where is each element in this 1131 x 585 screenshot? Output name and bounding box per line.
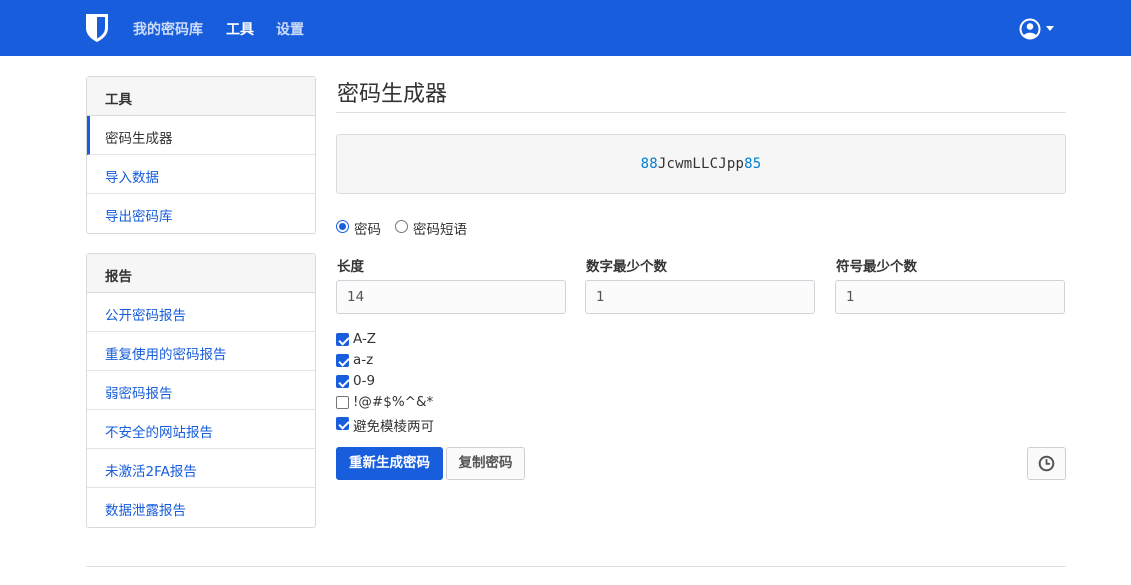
checkbox-uppercase[interactable] [336,333,349,346]
checkbox-special-label[interactable]: !@#$%^&* [353,394,433,410]
generated-password-box: 88JcwmLLCJpp85 [336,134,1066,194]
nav-link-vault[interactable]: 我的密码库 [133,19,203,39]
checkbox-avoid-ambiguous-label[interactable]: 避免模棱两可 [353,415,434,435]
account-menu-button[interactable] [1019,18,1059,40]
radio-passphrase-label[interactable]: 密码短语 [413,218,467,238]
min-special-label: 符号最少个数 [836,259,917,275]
checkbox-numbers[interactable] [336,375,349,388]
length-input[interactable] [336,280,566,314]
reports-card: 报告 公开密码报告 重复使用的密码报告 弱密码报告 不安全的网站报告 未激活2F… [86,253,316,528]
checkbox-special[interactable] [336,396,349,409]
min-special-input[interactable] [835,280,1065,314]
reports-card-header: 报告 [87,254,315,293]
sidebar-item-import[interactable]: 导入数据 [87,155,315,194]
sidebar-item-data-breach[interactable]: 数据泄露报告 [87,488,315,527]
nav-link-tools[interactable]: 工具 [226,19,254,39]
tools-card-header: 工具 [87,77,315,116]
sidebar-item-exposed-passwords[interactable]: 公开密码报告 [87,293,315,332]
radio-passphrase[interactable] [395,220,408,233]
bitwarden-logo-icon[interactable] [85,13,109,43]
sidebar-item-export[interactable]: 导出密码库 [87,194,315,233]
checkbox-lowercase-label[interactable]: a-z [353,352,373,368]
clock-history-icon [1038,455,1055,472]
regenerate-password-button[interactable]: 重新生成密码 [336,447,443,480]
sidebar-item-inactive-2fa[interactable]: 未激活2FA报告 [87,449,315,488]
radio-password-label[interactable]: 密码 [354,218,381,238]
sidebar-item-weak-passwords[interactable]: 弱密码报告 [87,371,315,410]
chevron-down-icon [1046,26,1054,31]
sidebar-item-password-generator[interactable]: 密码生成器 [87,116,315,155]
tools-card: 工具 密码生成器 导入数据 导出密码库 [86,76,316,234]
copy-password-button[interactable]: 复制密码 [446,447,525,480]
radio-password[interactable] [336,220,349,233]
user-circle-icon [1019,18,1041,40]
password-segment-number: 85 [744,156,762,172]
min-numbers-label: 数字最少个数 [586,259,667,275]
password-segment-letters: JcwmLLCJpp [657,156,745,172]
password-segment-number: 88 [640,156,658,172]
checkbox-lowercase[interactable] [336,354,349,367]
footer-divider [86,566,1066,567]
checkbox-uppercase-label[interactable]: A-Z [353,331,376,347]
length-label: 长度 [337,259,364,275]
password-history-button[interactable] [1027,447,1066,480]
generated-password[interactable]: 88JcwmLLCJpp85 [337,156,1065,172]
page-title: 密码生成器 [337,82,448,107]
checkbox-avoid-ambiguous[interactable] [336,417,349,430]
checkbox-numbers-label[interactable]: 0-9 [353,373,375,389]
sidebar-item-unsecured-websites[interactable]: 不安全的网站报告 [87,410,315,449]
sidebar-item-reused-passwords[interactable]: 重复使用的密码报告 [87,332,315,371]
nav-link-settings[interactable]: 设置 [276,19,304,39]
min-numbers-input[interactable] [585,280,815,314]
top-navbar: 我的密码库 工具 设置 [0,0,1131,56]
title-divider [336,112,1066,113]
